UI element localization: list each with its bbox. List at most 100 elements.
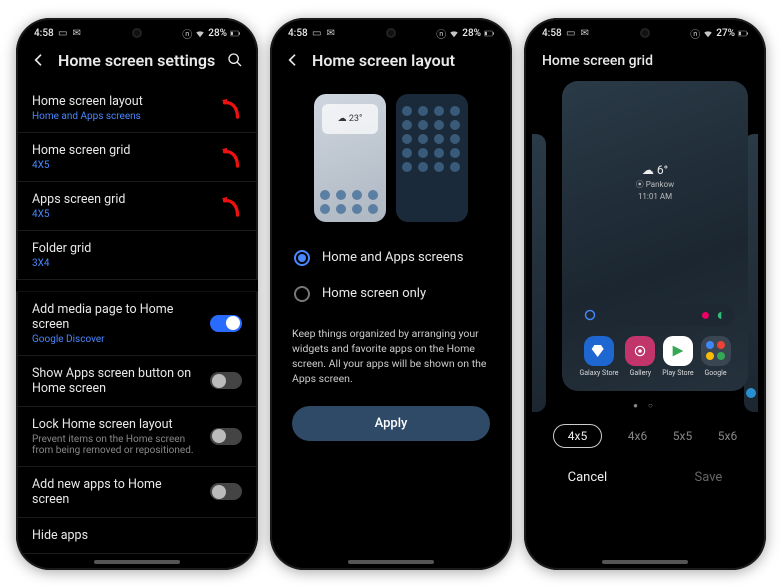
- nav-pill[interactable]: [602, 560, 688, 564]
- setting-title: Add new apps to Home screen: [32, 477, 200, 507]
- dock-app[interactable]: Gallery: [625, 336, 655, 377]
- setting-title: Home screen grid: [32, 143, 242, 158]
- annotation-arrow-icon: [218, 193, 244, 219]
- mini-preview-apps: [396, 94, 468, 222]
- setting-subtitle: Prevent items on the Home screen from be…: [32, 434, 200, 456]
- nav-pill[interactable]: [94, 560, 180, 564]
- setting-subtitle: Home and Apps screens: [32, 111, 242, 122]
- layout-description: Keep things organized by arranging your …: [270, 312, 512, 401]
- lens-icon: ◐: [716, 305, 726, 325]
- layout-option[interactable]: Home and Apps screens: [270, 240, 512, 276]
- setting-item[interactable]: Add media page to Home screen Google Disc…: [16, 292, 258, 356]
- battery-icon: [738, 28, 748, 38]
- nfc-icon: ⓝ: [436, 28, 446, 38]
- dock-app-row: Galaxy Store Gallery Play Store Google: [562, 336, 748, 391]
- grid-option[interactable]: 4x6: [628, 429, 647, 443]
- app-label: Play Store: [662, 369, 693, 377]
- wifi-icon: [195, 28, 205, 38]
- setting-subtitle: Google Discover: [32, 334, 200, 345]
- setting-subtitle: 4X5: [32, 209, 242, 220]
- camera-notch: [640, 28, 650, 38]
- grid-option[interactable]: 5x6: [718, 429, 737, 443]
- setting-item[interactable]: Add new apps to Home screen: [16, 467, 258, 518]
- setting-item[interactable]: Apps screen grid 4X5: [16, 182, 258, 231]
- toggle-switch[interactable]: [210, 483, 242, 500]
- toggle-switch[interactable]: [210, 315, 242, 332]
- message-icon: ✉: [72, 28, 82, 38]
- save-button[interactable]: Save: [675, 464, 743, 491]
- setting-subtitle: 3X4: [32, 258, 242, 269]
- nfc-icon: ⓝ: [182, 28, 192, 38]
- weather-location: ⦿ Pankow: [562, 179, 748, 190]
- setting-title: Apps screen grid: [32, 192, 242, 207]
- layout-option[interactable]: Home screen only: [270, 276, 512, 312]
- mic-icon: ●: [701, 305, 711, 325]
- radio-icon: [294, 286, 310, 302]
- weather-temp: ☁ 6°: [562, 163, 748, 177]
- setting-title: Lock Home screen layout: [32, 417, 200, 432]
- back-icon[interactable]: [30, 51, 48, 69]
- calendar-icon: ▭: [566, 28, 576, 38]
- nav-pill[interactable]: [348, 560, 434, 564]
- layout-preview-row: ☁ 23°: [270, 84, 512, 240]
- phone-3-grid: 4:58 ▭ ✉ ⓝ 27% Home screen grid ☁ 6° ⦿ P…: [524, 18, 766, 570]
- back-icon[interactable]: [284, 51, 302, 69]
- status-time: 4:58: [288, 28, 308, 39]
- phone-2-layout: 4:58 ▭ ✉ ⓝ 28% Home screen layout ☁ 23°: [270, 18, 512, 570]
- dock-app[interactable]: Google: [701, 336, 731, 377]
- battery-percent: 28%: [208, 28, 227, 39]
- camera-notch: [386, 28, 396, 38]
- setting-item[interactable]: Home screen grid 4X5: [16, 133, 258, 182]
- adjacent-preview-left[interactable]: [532, 134, 546, 412]
- grid-option[interactable]: 5x5: [673, 429, 692, 443]
- peek-app-icon: [746, 388, 756, 398]
- toggle-switch[interactable]: [210, 372, 242, 389]
- setting-title: Show Apps screen button on Home screen: [32, 366, 200, 396]
- status-time: 4:58: [34, 28, 54, 39]
- setting-item[interactable]: Lock Home screen layout Prevent items on …: [16, 407, 258, 467]
- search-icon[interactable]: [226, 51, 244, 69]
- page-title: Home screen settings: [58, 51, 216, 70]
- setting-title: Add media page to Home screen: [32, 302, 200, 332]
- app-icon: [701, 336, 731, 366]
- app-icon: [584, 336, 614, 366]
- grid-option[interactable]: 4x5: [553, 424, 602, 448]
- setting-item[interactable]: Home screen layout Home and Apps screens: [16, 84, 258, 133]
- battery-icon: [484, 28, 494, 38]
- wifi-icon: [703, 28, 713, 38]
- setting-item[interactable]: Hide apps: [16, 518, 258, 554]
- status-time: 4:58: [542, 28, 562, 39]
- app-label: Gallery: [630, 369, 651, 377]
- google-search-bar: ● ◐: [576, 304, 734, 326]
- apply-button[interactable]: Apply: [292, 406, 490, 441]
- radio-icon: [294, 250, 310, 266]
- page-title: Home screen layout: [312, 51, 498, 70]
- grid-size-options: 4x5 4x6 5x5 5x6: [524, 420, 766, 458]
- google-icon: [584, 309, 596, 321]
- cancel-button[interactable]: Cancel: [548, 464, 628, 491]
- header: Home screen layout: [270, 43, 512, 84]
- app-label: Google: [704, 369, 726, 377]
- setting-title: Home screen layout: [32, 94, 242, 109]
- setting-subtitle: 4X5: [32, 160, 242, 171]
- page-title: Home screen grid: [524, 43, 766, 75]
- phone-1-settings: 4:58 ▭ ✉ ⓝ 28% Home screen settings Home…: [16, 18, 258, 570]
- weather-time: 11:01 AM: [562, 192, 748, 201]
- settings-list: Home screen layoutHome and Apps screensH…: [16, 84, 258, 554]
- toggle-switch[interactable]: [210, 428, 242, 445]
- option-label: Home screen only: [322, 286, 426, 301]
- home-preview-panel[interactable]: ☁ 6° ⦿ Pankow 11:01 AM ● ◐ Galaxy StoreG…: [562, 81, 748, 391]
- weather-widget: ☁ 6° ⦿ Pankow 11:01 AM: [562, 163, 748, 201]
- app-icon: [663, 336, 693, 366]
- page-indicator: ● ○: [524, 391, 766, 420]
- battery-percent: 27%: [716, 28, 735, 39]
- app-icon: [625, 336, 655, 366]
- setting-item[interactable]: Folder grid 3X4: [16, 231, 258, 280]
- dock-app[interactable]: Galaxy Store: [579, 336, 618, 377]
- option-label: Home and Apps screens: [322, 250, 464, 265]
- setting-item[interactable]: Show Apps screen button on Home screen: [16, 356, 258, 407]
- dock-app[interactable]: Play Store: [662, 336, 693, 377]
- calendar-icon: ▭: [312, 28, 322, 38]
- mini-preview-home: ☁ 23°: [314, 94, 386, 222]
- setting-title: Folder grid: [32, 241, 242, 256]
